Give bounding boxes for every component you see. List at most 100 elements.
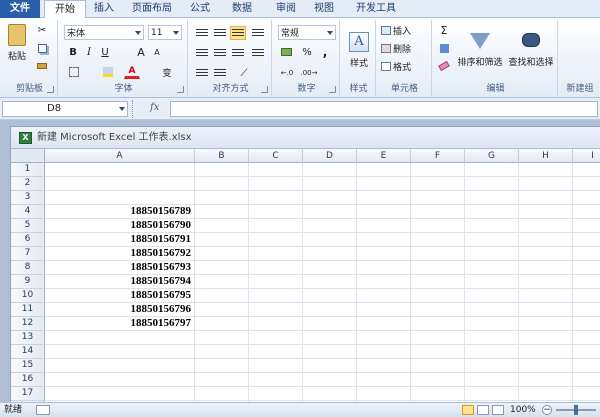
cell-e2[interactable] xyxy=(357,177,411,191)
cell-b10[interactable] xyxy=(195,289,249,303)
cell-c9[interactable] xyxy=(249,275,303,289)
cell-c15[interactable] xyxy=(249,359,303,373)
cell-h16[interactable] xyxy=(519,373,573,387)
cell-g10[interactable] xyxy=(465,289,519,303)
cell-b9[interactable] xyxy=(195,275,249,289)
cell-f8[interactable] xyxy=(411,261,465,275)
cell-d1[interactable] xyxy=(303,163,357,177)
cell-h6[interactable] xyxy=(519,233,573,247)
cell-i5[interactable] xyxy=(573,219,600,233)
cell-a1[interactable] xyxy=(45,163,195,177)
cell-f15[interactable] xyxy=(411,359,465,373)
cell-f2[interactable] xyxy=(411,177,465,191)
cell-e1[interactable] xyxy=(357,163,411,177)
cell-a14[interactable] xyxy=(45,345,195,359)
italic-button[interactable]: I xyxy=(82,45,96,59)
underline-button[interactable]: U xyxy=(98,45,112,59)
column-header-e[interactable]: E xyxy=(357,149,411,163)
cell-c2[interactable] xyxy=(249,177,303,191)
cell-g4[interactable] xyxy=(465,205,519,219)
cell-h7[interactable] xyxy=(519,247,573,261)
cell-i17[interactable] xyxy=(573,387,600,401)
cell-i15[interactable] xyxy=(573,359,600,373)
cell-f16[interactable] xyxy=(411,373,465,387)
decrease-indent-button[interactable] xyxy=(194,66,210,80)
macro-record-icon[interactable] xyxy=(36,405,50,415)
find-select-button[interactable]: 查找和选择 xyxy=(506,22,556,78)
cell-i4[interactable] xyxy=(573,205,600,219)
cell-c12[interactable] xyxy=(249,317,303,331)
cell-d15[interactable] xyxy=(303,359,357,373)
cell-c10[interactable] xyxy=(249,289,303,303)
page-layout-view-button[interactable] xyxy=(477,405,489,415)
cell-b11[interactable] xyxy=(195,303,249,317)
tab-4[interactable]: 公式 xyxy=(182,0,218,18)
cell-e8[interactable] xyxy=(357,261,411,275)
styles-button[interactable]: A 样式 xyxy=(345,22,373,78)
tab-2[interactable]: 插入 xyxy=(86,0,122,18)
cell-g6[interactable] xyxy=(465,233,519,247)
cell-d17[interactable] xyxy=(303,387,357,401)
cell-i16[interactable] xyxy=(573,373,600,387)
cell-i1[interactable] xyxy=(573,163,600,177)
cell-b14[interactable] xyxy=(195,345,249,359)
zoom-out-button[interactable]: − xyxy=(542,405,552,415)
column-header-b[interactable]: B xyxy=(195,149,249,163)
zoom-level[interactable]: 100% xyxy=(510,403,536,417)
cell-d9[interactable] xyxy=(303,275,357,289)
align-bottom-button[interactable] xyxy=(230,26,246,40)
cell-c17[interactable] xyxy=(249,387,303,401)
cell-e4[interactable] xyxy=(357,205,411,219)
sort-filter-button[interactable]: 排序和筛选 xyxy=(456,22,504,78)
cell-f4[interactable] xyxy=(411,205,465,219)
select-all-corner[interactable] xyxy=(11,149,45,163)
zoom-slider-thumb[interactable] xyxy=(574,405,578,415)
cell-i6[interactable] xyxy=(573,233,600,247)
cell-a7[interactable]: 18850156792 xyxy=(45,247,195,261)
cell-g16[interactable] xyxy=(465,373,519,387)
splitter-handle[interactable] xyxy=(132,100,136,118)
row-header-15[interactable]: 15 xyxy=(11,359,45,373)
tab-1[interactable]: 开始 xyxy=(44,0,86,19)
cell-e15[interactable] xyxy=(357,359,411,373)
cell-a3[interactable] xyxy=(45,191,195,205)
cell-h14[interactable] xyxy=(519,345,573,359)
cell-e11[interactable] xyxy=(357,303,411,317)
cell-i2[interactable] xyxy=(573,177,600,191)
increase-decimal-button[interactable]: ←.0 xyxy=(278,66,296,80)
cell-a17[interactable] xyxy=(45,387,195,401)
copy-button[interactable] xyxy=(34,41,50,55)
currency-button[interactable] xyxy=(278,45,294,59)
comma-button[interactable]: , xyxy=(318,45,332,59)
font-color-button[interactable]: A xyxy=(124,65,140,79)
cell-b2[interactable] xyxy=(195,177,249,191)
cell-g2[interactable] xyxy=(465,177,519,191)
cell-f9[interactable] xyxy=(411,275,465,289)
fill-color-button[interactable] xyxy=(100,65,116,79)
cell-a12[interactable]: 18850156797 xyxy=(45,317,195,331)
cell-b6[interactable] xyxy=(195,233,249,247)
tab-8[interactable]: 开发工具 xyxy=(348,0,404,18)
cell-g9[interactable] xyxy=(465,275,519,289)
column-header-c[interactable]: C xyxy=(249,149,303,163)
format-painter-button[interactable] xyxy=(34,59,50,73)
cell-a13[interactable] xyxy=(45,331,195,345)
cell-h10[interactable] xyxy=(519,289,573,303)
cell-g15[interactable] xyxy=(465,359,519,373)
cell-f11[interactable] xyxy=(411,303,465,317)
cell-d12[interactable] xyxy=(303,317,357,331)
cell-d16[interactable] xyxy=(303,373,357,387)
cell-h4[interactable] xyxy=(519,205,573,219)
sheet-grid[interactable]: A B C D E F G H I 1 2 3 4 18850156789 5 18850156790 6 188… xyxy=(11,149,600,405)
phonetic-guide-button[interactable]: 变 xyxy=(158,65,176,79)
cell-a8[interactable]: 18850156793 xyxy=(45,261,195,275)
orientation-button[interactable]: ⟋ xyxy=(234,66,254,80)
row-header-6[interactable]: 6 xyxy=(11,233,45,247)
cell-e12[interactable] xyxy=(357,317,411,331)
fill-button[interactable] xyxy=(436,41,452,55)
cell-c7[interactable] xyxy=(249,247,303,261)
normal-view-button[interactable] xyxy=(462,405,474,415)
cell-h12[interactable] xyxy=(519,317,573,331)
tab-file[interactable]: 文件 xyxy=(0,0,40,18)
shrink-font-button[interactable]: A xyxy=(150,45,164,59)
